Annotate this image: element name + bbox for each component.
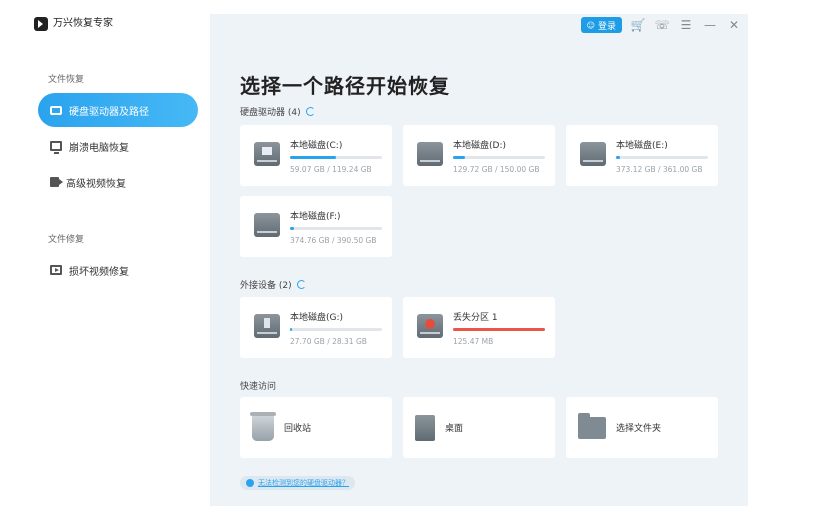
desktop-icon [415, 414, 435, 441]
quick-recycle-bin[interactable]: 回收站 [240, 397, 392, 458]
usage-fill [290, 156, 336, 159]
quick-select-folder[interactable]: 选择文件夹 [566, 397, 718, 458]
sidebar-item-label: 崩溃电脑恢复 [69, 142, 129, 154]
drive-size: 27.70 GB / 28.31 GB [290, 337, 367, 346]
section-file-recovery: 文件恢复 [48, 75, 85, 85]
hard-drive-icon [417, 142, 443, 166]
video-repair-icon [50, 265, 62, 275]
computer-icon [50, 141, 62, 154]
external-group-label: 外接设备 (2) [240, 278, 306, 291]
main-panel: ☺ 登录 🛒 ☏ ☰ — ✕ 选择一个路径开始恢复 硬盘驱动器 (4) 本地磁盘… [210, 14, 748, 506]
minimize-icon[interactable]: — [702, 17, 718, 33]
sidebar-item-video-recovery[interactable]: 高级视频恢复 [38, 165, 198, 199]
login-button[interactable]: ☺ 登录 [580, 17, 622, 33]
drive-card-g[interactable]: 本地磁盘(G:) 27.70 GB / 28.31 GB [240, 297, 392, 358]
drive-card-lost-partition[interactable]: 丢失分区 1 125.47 MB [403, 297, 555, 358]
drive-card-d[interactable]: 本地磁盘(D:) 129.72 GB / 150.00 GB [403, 125, 555, 186]
drive-size: 373.12 GB / 361.00 GB [616, 165, 703, 174]
usage-bar [290, 156, 382, 159]
usage-bar [453, 328, 545, 331]
recycle-bin-icon [250, 411, 276, 441]
drive-name: 本地磁盘(D:) [453, 141, 506, 151]
usage-fill [290, 227, 294, 230]
drive-name: 本地磁盘(E:) [616, 141, 668, 151]
drive-size: 129.72 GB / 150.00 GB [453, 165, 540, 174]
sidebar-item-video-repair[interactable]: 损坏视频修复 [38, 253, 198, 287]
drive-name: 本地磁盘(G:) [290, 313, 344, 323]
section-file-repair: 文件修复 [48, 235, 85, 245]
drive-size: 59.07 GB / 119.24 GB [290, 165, 372, 174]
quick-label: 桌面 [445, 424, 464, 434]
usb-drive-icon [254, 314, 280, 338]
cart-icon[interactable]: 🛒 [630, 17, 646, 33]
sidebar-item-drives[interactable]: 硬盘驱动器及路径 [38, 93, 198, 127]
hard-drives-group-label: 硬盘驱动器 (4) [240, 105, 315, 118]
quick-label: 回收站 [284, 424, 312, 434]
sidebar-item-label: 损坏视频修复 [69, 266, 129, 278]
drive-size: 374.76 GB / 390.50 GB [290, 236, 377, 245]
page-title: 选择一个路径开始恢复 [240, 74, 450, 98]
drive-name: 本地磁盘(C:) [290, 141, 343, 151]
title-bar-controls: ☺ 登录 🛒 ☏ ☰ — ✕ [580, 17, 742, 33]
refresh-icon[interactable] [296, 280, 306, 289]
sidebar: 万兴恢复专家 文件恢复 硬盘驱动器及路径 崩溃电脑恢复 高级视频恢复 文件修复 … [26, 14, 210, 506]
usage-bar [453, 156, 545, 159]
question-icon [246, 479, 254, 487]
sidebar-item-label: 硬盘驱动器及路径 [69, 106, 149, 118]
lost-partition-icon [417, 314, 443, 338]
hard-drive-icon [254, 213, 280, 237]
drive-card-f[interactable]: 本地磁盘(F:) 374.76 GB / 390.50 GB [240, 196, 392, 257]
close-icon[interactable]: ✕ [726, 17, 742, 33]
system-drive-icon [254, 142, 280, 166]
app-title: 万兴恢复专家 [53, 18, 113, 29]
usage-bar [290, 328, 382, 331]
help-link-pill[interactable]: 无法检测到您的硬盘驱动器？ [240, 476, 355, 490]
quick-label: 选择文件夹 [616, 424, 662, 434]
sidebar-item-crash-recovery[interactable]: 崩溃电脑恢复 [38, 129, 198, 163]
drive-name: 本地磁盘(F:) [290, 212, 341, 222]
usage-bar [290, 227, 382, 230]
help-link[interactable]: 无法检测到您的硬盘驱动器？ [258, 478, 349, 488]
folder-icon [578, 412, 606, 439]
hard-drive-icon [50, 105, 62, 115]
sidebar-item-label: 高级视频恢复 [66, 178, 126, 190]
drive-card-e[interactable]: 本地磁盘(E:) 373.12 GB / 361.00 GB [566, 125, 718, 186]
quick-desktop[interactable]: 桌面 [403, 397, 555, 458]
headset-icon[interactable]: ☏ [654, 17, 670, 33]
drive-card-c[interactable]: 本地磁盘(C:) 59.07 GB / 119.24 GB [240, 125, 392, 186]
usage-bar [616, 156, 708, 159]
app-window: 万兴恢复专家 文件恢复 硬盘驱动器及路径 崩溃电脑恢复 高级视频恢复 文件修复 … [26, 14, 748, 506]
menu-icon[interactable]: ☰ [678, 17, 694, 33]
usage-fill [616, 156, 620, 159]
app-logo-icon [34, 17, 48, 31]
quick-access-label: 快速访问 [240, 382, 277, 392]
refresh-icon[interactable] [305, 107, 315, 116]
camera-icon [50, 177, 63, 187]
user-icon: ☺ [586, 20, 595, 30]
drive-name: 丢失分区 1 [453, 313, 498, 323]
usage-fill [290, 328, 292, 331]
usage-fill [453, 328, 545, 331]
hard-drive-icon [580, 142, 606, 166]
drive-size: 125.47 MB [453, 337, 494, 346]
usage-fill [453, 156, 465, 159]
